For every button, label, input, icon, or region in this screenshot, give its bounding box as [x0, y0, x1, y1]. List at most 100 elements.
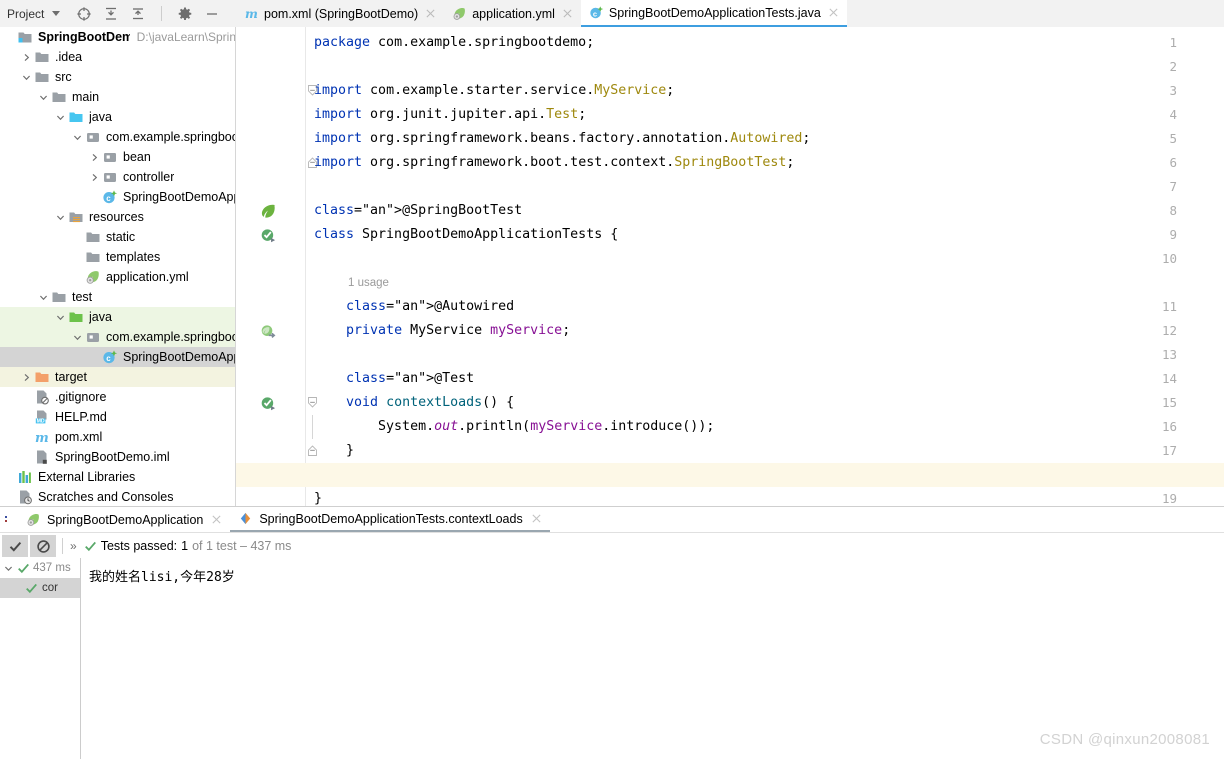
resources-root-icon: [69, 212, 83, 223]
console-output[interactable]: 我的姓名lisi,今年28岁: [81, 558, 1224, 759]
tree-node-gitignore[interactable]: .gitignore: [0, 387, 236, 407]
tree-node-label: com.example.springboot: [106, 130, 236, 144]
editor-gutter[interactable]: [236, 27, 306, 506]
watermark-text: CSDN @qinxun2008081: [1039, 731, 1210, 748]
tests-passed-count: 1: [181, 539, 189, 553]
show-passed-toggle[interactable]: [2, 535, 28, 557]
tree-node-springbootdemoapp[interactable]: c SpringBootDemoApp: [0, 347, 236, 367]
tree-node-springbootdemo[interactable]: SpringBootDemo D:\javaLearn\Sprin: [0, 27, 236, 47]
tree-node-static[interactable]: static: [0, 227, 236, 247]
code-line: class="an">@SpringBootTest: [314, 203, 523, 218]
svg-text:m: m: [245, 7, 258, 21]
test-passed-icon: [84, 541, 96, 551]
tool-window-handle-icon[interactable]: [0, 507, 18, 532]
chevron-right-icon[interactable]: [89, 172, 100, 183]
chevron-down-icon[interactable]: [55, 312, 66, 323]
chevron-down-icon[interactable]: [21, 72, 32, 83]
project-path-hint: D:\javaLearn\Sprin: [136, 30, 236, 44]
settings-gear-icon[interactable]: [177, 6, 193, 22]
editor-tab-application-yml[interactable]: application.yml: [444, 0, 581, 27]
locate-target-icon[interactable]: [76, 6, 92, 22]
chevron-down-icon[interactable]: [38, 92, 49, 103]
tree-node-bean[interactable]: bean: [0, 147, 236, 167]
tree-node-main[interactable]: main: [0, 87, 236, 107]
chevron-right-icon[interactable]: [21, 52, 32, 63]
tree-node-src[interactable]: src: [0, 67, 236, 87]
chevron-down-icon[interactable]: [55, 212, 66, 223]
tree-node-controller[interactable]: controller: [0, 167, 236, 187]
chevron-right-icon[interactable]: [89, 152, 100, 163]
code-editor[interactable]: 12345678910111213141516171819 package co…: [236, 27, 1224, 506]
tree-node-templates[interactable]: templates: [0, 247, 236, 267]
collapse-all-icon[interactable]: [130, 6, 146, 22]
tree-node-springbootdemoapp[interactable]: c SpringBootDemoApp: [0, 187, 236, 207]
code-block-guide: [312, 415, 313, 439]
close-icon[interactable]: [562, 8, 573, 19]
code-line: import com.example.starter.service.MySer…: [314, 83, 675, 98]
expand-all-icon[interactable]: [103, 6, 119, 22]
test-tree-row-contextloads[interactable]: cor: [0, 578, 80, 598]
chevron-down-icon[interactable]: [72, 332, 83, 343]
folder-gray-icon: [86, 232, 100, 242]
tree-node-label: SpringBootDemoApp: [123, 350, 236, 364]
tree-node-label: static: [106, 230, 136, 244]
chevron-down-icon[interactable]: [38, 292, 49, 303]
hide-ignored-toggle[interactable]: [30, 535, 56, 557]
tree-node-external-libraries[interactable]: External Libraries: [0, 467, 236, 487]
tree-node-com-example-springboot[interactable]: com.example.springboot: [0, 127, 236, 147]
code-line: }: [314, 443, 355, 458]
code-line: class="an">@Autowired: [346, 299, 515, 314]
spring-boot-class-icon: c: [103, 190, 118, 204]
minimize-icon[interactable]: [204, 6, 220, 22]
tree-node-help-md[interactable]: MD HELP.md: [0, 407, 236, 427]
code-line: class="an">@Test: [346, 371, 475, 386]
tree-node-test[interactable]: test: [0, 287, 236, 307]
close-icon[interactable]: [211, 514, 222, 525]
chevron-down-icon[interactable]: [3, 563, 14, 574]
run-tab-springbootdemoapplication[interactable]: SpringBootDemoApplication: [18, 507, 230, 532]
tree-node-application-yml[interactable]: application.yml: [0, 267, 236, 287]
svg-text:m: m: [35, 431, 49, 445]
chevron-down-icon[interactable]: [72, 132, 83, 143]
code-text-area[interactable]: package com.example.springbootdemo; impor…: [314, 27, 1224, 506]
tree-node-target[interactable]: target: [0, 367, 236, 387]
run-tab-contextloads[interactable]: SpringBootDemoApplicationTests.contextLo…: [230, 507, 550, 532]
tree-node-resources[interactable]: resources: [0, 207, 236, 227]
editor-tab-pom-xml[interactable]: m pom.xml (SpringBootDemo): [236, 0, 444, 27]
close-icon[interactable]: [531, 513, 542, 524]
tree-node-pom-xml[interactable]: m pom.xml: [0, 427, 236, 447]
spring-leaf-icon-gutter[interactable]: [260, 203, 277, 220]
tree-node-java[interactable]: java: [0, 107, 236, 127]
usage-inlay-hint[interactable]: 1 usage: [348, 271, 389, 295]
console-output-line: 我的姓名lisi,今年28岁: [89, 570, 235, 585]
tree-node-java[interactable]: java: [0, 307, 236, 327]
project-tool-window-label[interactable]: Project: [7, 7, 44, 21]
chevron-right-icon[interactable]: [21, 372, 32, 383]
toolbar-divider: [62, 538, 63, 554]
tree-node-idea[interactable]: .idea: [0, 47, 236, 67]
run-test-method-icon-gutter[interactable]: [260, 395, 277, 412]
tree-node-label: controller: [123, 170, 175, 184]
close-icon[interactable]: [828, 7, 839, 18]
package-icon: [87, 333, 99, 342]
test-tree-row-root[interactable]: 437 ms: [0, 558, 80, 578]
double-chevron-icon[interactable]: »: [70, 539, 77, 553]
project-tree[interactable]: SpringBootDemo D:\javaLearn\Sprin .idea src…: [0, 27, 236, 506]
spring-bean-navigate-icon-gutter[interactable]: [260, 323, 277, 340]
tree-node-label: External Libraries: [38, 470, 136, 484]
run-test-class-icon-gutter[interactable]: [260, 227, 277, 244]
tree-node-com-example-springboot[interactable]: com.example.springboot: [0, 327, 236, 347]
chevron-down-icon[interactable]: [55, 112, 66, 123]
editor-tab-springbootdemoapplicationtests-java[interactable]: c SpringBootDemoApplicationTests.java: [580, 0, 847, 27]
module-icon: [18, 32, 32, 43]
test-results-tree[interactable]: 437 ms cor: [0, 558, 81, 759]
chevron-down-icon[interactable]: [52, 11, 61, 16]
tree-node-springbootdemo-iml[interactable]: SpringBootDemo.iml: [0, 447, 236, 467]
tree-node-scratches-and-consoles[interactable]: Scratches and Consoles: [0, 487, 236, 506]
close-icon[interactable]: [425, 8, 436, 19]
gutter-divider: [305, 27, 306, 506]
